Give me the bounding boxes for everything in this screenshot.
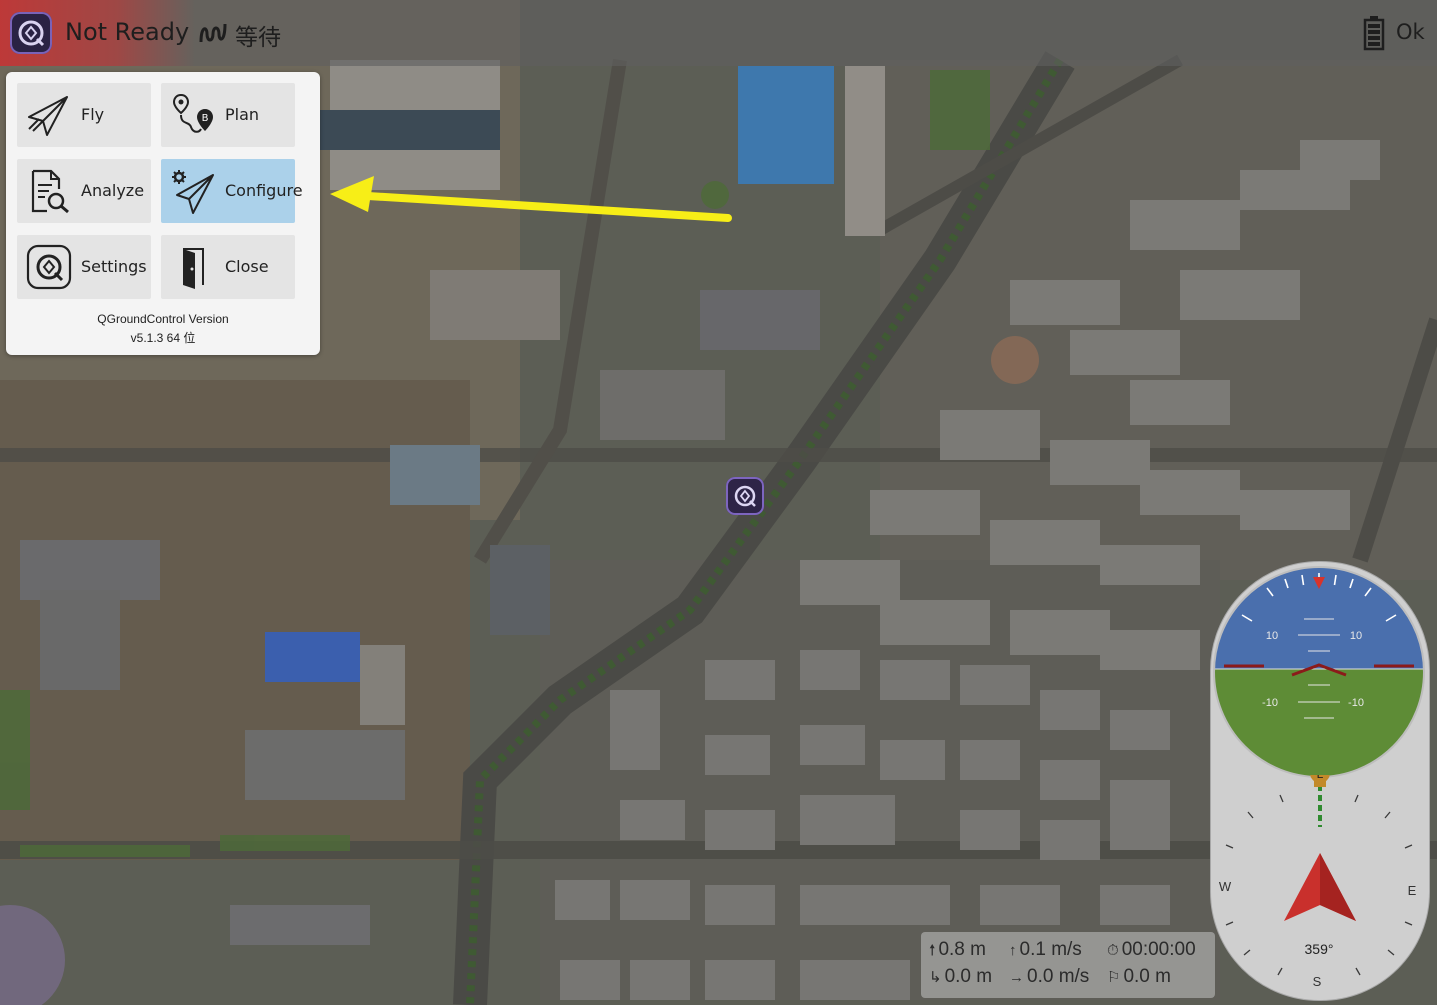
qgc-logo-icon[interactable] — [10, 12, 52, 54]
configure-button[interactable]: Configure — [161, 159, 303, 223]
document-search-icon — [31, 169, 69, 214]
plan-button-label: Plan — [225, 105, 260, 124]
distance-text: 0.0 m — [944, 966, 993, 987]
vertical-speed-text: 0.1 m/s — [1019, 939, 1082, 960]
pitch-label: -10 — [1262, 697, 1278, 709]
fly-button-label: Fly — [81, 105, 105, 124]
analyze-button-label: Analyze — [81, 181, 145, 200]
compass-west-label: W — [1219, 879, 1232, 894]
qgc-logo-icon — [26, 244, 72, 290]
configure-button-label: Configure — [225, 181, 303, 200]
battery-status-label[interactable]: Ok — [1396, 20, 1425, 44]
telemetry-panel[interactable]: 🠕 0.8 m ↑ 0.1 m/s ⏱ 00:00:00 ↳ 0.0 m → 0.0 m/… — [921, 932, 1215, 998]
close-button-label: Close — [225, 257, 269, 276]
attitude-indicator: 10 10 -10 -10 — [1213, 566, 1425, 778]
horizontal-speed-value: → 0.0 m/s — [1009, 966, 1089, 988]
version-value: v5.1.3 64 位 — [130, 331, 196, 345]
version-label: QGroundControl Version — [97, 312, 229, 326]
compass: L W E S 359° — [1219, 775, 1417, 989]
tool-selection-menu: Fly B Plan Analyze Configure Settings Cl… — [6, 72, 320, 355]
distance-home-value: ⚐ 0.0 m — [1107, 966, 1171, 988]
pitch-label: 10 — [1266, 630, 1278, 642]
altitude-text: 0.8 m — [938, 939, 986, 960]
pitch-label: -10 — [1348, 697, 1364, 709]
exit-door-icon — [183, 248, 204, 289]
distance-home-text: 0.0 m — [1123, 966, 1171, 987]
pitch-label: 10 — [1350, 630, 1362, 642]
fly-button[interactable]: Fly — [17, 83, 151, 147]
qgc-logo-icon — [734, 485, 756, 507]
paper-plane-icon — [28, 96, 68, 136]
analyze-button[interactable]: Analyze — [17, 159, 151, 223]
route-plan-icon: B — [172, 93, 213, 133]
settings-button[interactable]: Settings — [17, 235, 151, 299]
gps-signal-icon[interactable] — [198, 20, 228, 46]
vehicle-status-label[interactable]: Not Ready — [65, 18, 189, 46]
battery-icon[interactable] — [1362, 15, 1386, 51]
gear-plane-icon — [172, 170, 214, 214]
horizontal-speed-text: 0.0 m/s — [1027, 966, 1090, 987]
home-distance-icon: ⚐ — [1107, 969, 1121, 986]
settings-button-label: Settings — [81, 257, 147, 276]
svg-text:B: B — [202, 113, 209, 124]
timer-icon: ⏱ — [1107, 942, 1119, 959]
heading-value: 359° — [1305, 941, 1334, 957]
flight-time-text: 00:00:00 — [1121, 939, 1196, 960]
altitude-value: 🠕 0.8 m — [929, 939, 986, 965]
compass-south-label: S — [1313, 974, 1322, 989]
altitude-icon: 🠕 — [929, 942, 936, 959]
vertical-speed-icon: ↑ — [1009, 942, 1017, 959]
plan-button[interactable]: B Plan — [161, 83, 295, 147]
close-button[interactable]: Close — [161, 235, 295, 299]
gps-status-label[interactable]: 等待 — [235, 18, 281, 52]
distance-icon: ↳ — [929, 969, 942, 986]
distance-value: ↳ 0.0 m — [929, 966, 992, 988]
vertical-speed-value: ↑ 0.1 m/s — [1009, 939, 1082, 961]
horizontal-speed-icon: → — [1009, 969, 1024, 986]
location-marker-label: L — [1317, 775, 1324, 781]
flight-time-value: ⏱ 00:00:00 — [1107, 939, 1196, 961]
top-toolbar: Not Ready 等待 Ok — [0, 0, 1437, 66]
vehicle-marker[interactable] — [726, 477, 764, 515]
compass-east-label: E — [1408, 883, 1417, 898]
annotation-arrow — [330, 176, 732, 222]
